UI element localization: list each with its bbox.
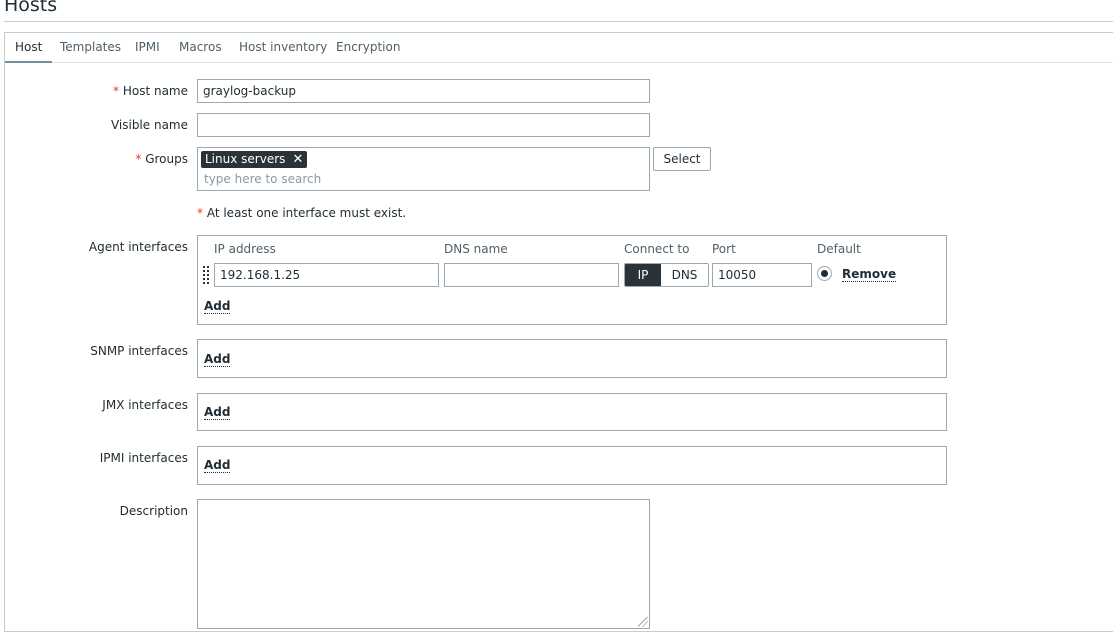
tab-bar: Host Templates IPMI Macros Host inventor… — [5, 33, 1113, 63]
tab-encryption[interactable]: Encryption — [326, 33, 410, 63]
description-label: Description — [119, 504, 188, 518]
agent-dns-input[interactable] — [444, 263, 619, 287]
groups-multiselect[interactable]: Linux servers ✕ type here to search — [197, 147, 650, 191]
tab-host-inventory[interactable]: Host inventory — [229, 33, 337, 63]
group-chip: Linux servers ✕ — [201, 151, 308, 168]
remove-interface-link[interactable]: Remove — [842, 268, 897, 282]
title-divider — [4, 21, 1113, 22]
remove-chip-icon[interactable]: ✕ — [292, 151, 303, 168]
default-interface-radio[interactable] — [817, 266, 832, 281]
visible-name-input[interactable] — [197, 113, 650, 137]
drag-handle-icon[interactable] — [203, 265, 211, 285]
col-connect-to: Connect to — [624, 242, 690, 256]
page-title: Hosts — [4, 0, 58, 16]
required-mark: * — [135, 152, 142, 166]
groups-select-button[interactable]: Select — [653, 147, 711, 171]
resize-grip-icon[interactable] — [638, 617, 648, 627]
connect-dns-button[interactable]: DNS — [661, 264, 708, 286]
tab-host[interactable]: Host — [5, 33, 53, 63]
snmp-interfaces-label: SNMP interfaces — [90, 344, 188, 358]
agent-port-input[interactable] — [712, 263, 812, 287]
agent-interfaces-box: IP address DNS name Connect to Port Defa… — [197, 235, 947, 325]
jmx-interfaces-box: Add — [197, 393, 947, 431]
host-name-input[interactable] — [197, 79, 650, 103]
col-ip-address: IP address — [214, 242, 276, 256]
col-port: Port — [712, 242, 736, 256]
groups-search-placeholder[interactable]: type here to search — [204, 172, 321, 186]
groups-label: * Groups — [135, 152, 188, 166]
jmx-interfaces-label: JMX interfaces — [102, 398, 188, 412]
group-chip-label: Linux servers — [205, 152, 286, 166]
agent-ip-input[interactable] — [214, 263, 439, 287]
col-default: Default — [817, 242, 861, 256]
connect-ip-button[interactable]: IP — [625, 264, 661, 286]
ipmi-interfaces-label: IPMI interfaces — [99, 451, 188, 465]
col-dns-name: DNS name — [444, 242, 508, 256]
connect-to-toggle: IP DNS — [624, 263, 709, 287]
add-jmx-interface-link[interactable]: Add — [204, 406, 231, 420]
required-mark: * — [113, 84, 119, 98]
snmp-interfaces-box: Add — [197, 339, 947, 378]
ipmi-interfaces-box: Add — [197, 446, 947, 485]
agent-interfaces-label: Agent interfaces — [88, 240, 188, 254]
tab-ipmi[interactable]: IPMI — [125, 33, 170, 63]
add-agent-interface-link[interactable]: Add — [204, 300, 231, 314]
add-ipmi-interface-link[interactable]: Add — [204, 459, 231, 473]
host-name-label: * Host name — [113, 84, 188, 98]
tab-templates[interactable]: Templates — [50, 33, 131, 63]
host-form-panel: Host Templates IPMI Macros Host inventor… — [4, 32, 1113, 632]
visible-name-label: Visible name — [110, 118, 188, 132]
description-textarea[interactable] — [197, 499, 650, 629]
add-snmp-interface-link[interactable]: Add — [204, 353, 231, 367]
tab-macros[interactable]: Macros — [169, 33, 232, 63]
interface-notice: * At least one interface must exist. — [197, 206, 407, 220]
